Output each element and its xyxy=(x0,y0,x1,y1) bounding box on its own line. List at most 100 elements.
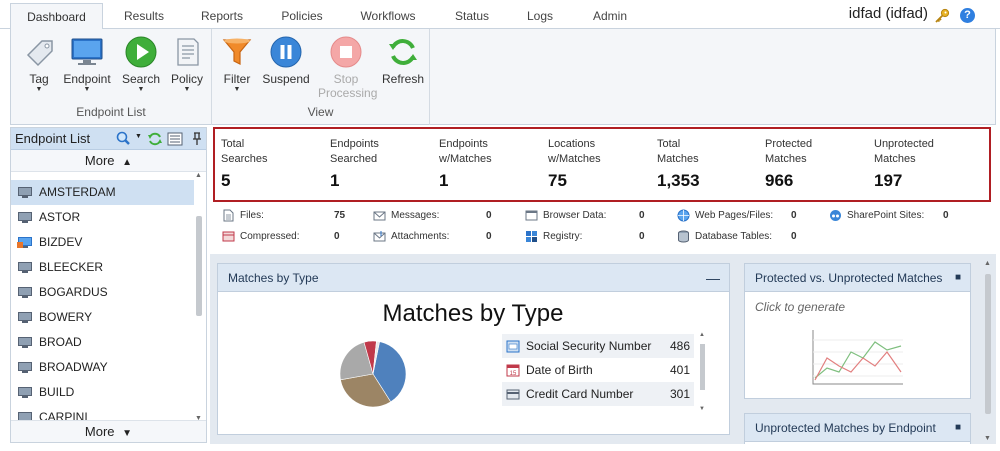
endpoint-item-build[interactable]: BUILD xyxy=(11,380,194,405)
stat-value: 1 xyxy=(439,171,449,190)
endpoint-name: BROAD xyxy=(39,335,82,349)
legend-label: Credit Card Number xyxy=(526,387,634,401)
sub-stat-value: 0 xyxy=(791,231,797,242)
dashboard-scrollbar[interactable]: ▲ ▼ xyxy=(982,254,994,444)
stat-protected-matches: Protected Matches 966 xyxy=(765,137,870,191)
matches-by-type-header: Matches by Type — xyxy=(218,264,729,292)
stat-label: Locations w/Matches xyxy=(548,138,601,165)
legend-row-ssn[interactable]: Social Security Number 486 xyxy=(502,334,694,358)
endpoint-name: BOWERY xyxy=(39,310,93,324)
sub-stat-registry: Registry: 0 xyxy=(525,229,650,245)
tab-policies[interactable]: Policies xyxy=(268,3,336,29)
stop-processing-button[interactable]: Stop Processing xyxy=(318,33,377,100)
stat-label: Endpoints Searched xyxy=(330,138,379,165)
chart-title: Matches by Type xyxy=(382,300,564,327)
legend-scrollbar[interactable]: ▲ ▼ xyxy=(699,332,707,412)
panel-title: Unprotected Matches by Endpoint xyxy=(755,421,936,435)
help-icon[interactable]: ? xyxy=(960,8,975,23)
more-label: More xyxy=(84,424,115,439)
scroll-down-icon[interactable]: ▼ xyxy=(699,406,705,412)
pin-icon[interactable] xyxy=(191,131,203,147)
tab-results[interactable]: Results xyxy=(110,3,178,29)
sub-stat-messages: Messages: 0 xyxy=(373,208,498,224)
scroll-up-icon[interactable]: ▲ xyxy=(699,332,705,338)
scroll-thumb[interactable] xyxy=(985,274,991,414)
endpoint-button[interactable]: Endpoint ▼ xyxy=(59,33,115,94)
scroll-up-icon[interactable]: ▲ xyxy=(195,172,202,179)
tag-label: Tag xyxy=(29,72,49,86)
legend-row-dob[interactable]: 15 Date of Birth 401 xyxy=(502,358,694,382)
endpoint-item-amsterdam[interactable]: AMSTERDAM xyxy=(11,180,194,205)
refresh-button[interactable]: Refresh xyxy=(375,33,431,86)
tab-dashboard[interactable]: Dashboard xyxy=(10,3,103,30)
sub-stat-label: Messages: xyxy=(391,210,440,221)
sub-stat-label: Registry: xyxy=(543,231,583,242)
sub-stat-sharepoint-sites: SharePoint Sites: 0 xyxy=(829,208,954,224)
panel-title: Protected vs. Unprotected Matches xyxy=(755,271,943,285)
maximize-icon[interactable]: ■ xyxy=(955,264,961,292)
sub-stat-attachments: Attachments: 0 xyxy=(373,229,498,245)
tab-admin[interactable]: Admin xyxy=(580,3,640,29)
endpoint-item-broad[interactable]: BROAD xyxy=(11,330,194,355)
scroll-down-icon[interactable]: ▼ xyxy=(984,435,991,442)
protected-vs-unprotected-panel[interactable]: Protected vs. Unprotected Matches ■ Clic… xyxy=(744,263,971,399)
more-down-button[interactable]: More ▼ xyxy=(11,420,206,442)
computer-icon xyxy=(18,262,32,274)
scroll-thumb[interactable] xyxy=(700,344,705,390)
tab-status[interactable]: Status xyxy=(440,3,504,29)
suspend-label: Suspend xyxy=(262,72,310,86)
endpoint-item-bogardus[interactable]: BOGARDUS xyxy=(11,280,194,305)
sub-stat-value: 0 xyxy=(791,210,797,221)
chart-legend: Social Security Number 486 15 Date of Bir… xyxy=(502,334,694,406)
computer-icon xyxy=(18,187,32,199)
endpoint-name: BLEECKER xyxy=(39,260,104,274)
calendar-icon: 15 xyxy=(506,364,520,377)
suspend-button[interactable]: Suspend xyxy=(258,33,314,86)
chevron-down-icon: ▼ xyxy=(183,86,191,93)
minimize-icon[interactable]: — xyxy=(706,264,720,292)
stat-label: Protected Matches xyxy=(765,138,813,165)
list-view-icon[interactable] xyxy=(167,131,183,147)
endpoint-item-carpini[interactable]: CARPINI xyxy=(11,405,194,420)
ribbon-group-label: Endpoint List xyxy=(76,105,146,119)
legend-value: 401 xyxy=(669,363,690,377)
stat-value: 1,353 xyxy=(657,171,700,190)
endpoint-item-bizdev[interactable]: BIZDEV xyxy=(11,230,194,255)
file-icon xyxy=(223,209,234,222)
policy-button[interactable]: Policy ▼ xyxy=(159,33,215,94)
endpoint-item-bowery[interactable]: BOWERY xyxy=(11,305,194,330)
stat-label: Total Matches xyxy=(657,138,699,165)
sub-stat-value: 0 xyxy=(334,231,340,242)
funnel-icon xyxy=(222,38,252,65)
endpoint-list-scrollbar[interactable]: ▲ ▼ xyxy=(194,172,204,422)
endpoint-item-broadway[interactable]: BROADWAY xyxy=(11,355,194,380)
scroll-thumb[interactable] xyxy=(196,216,202,316)
search-icon[interactable] xyxy=(115,131,133,147)
click-to-generate-hint[interactable]: Click to generate xyxy=(755,300,845,314)
ribbon-toolbar: Tag ▼ Endpoint ▼ Search ▼ Policy ▼ Endpo… xyxy=(10,29,996,125)
key-icon[interactable] xyxy=(934,8,950,24)
ribbon-group-label: View xyxy=(307,105,334,119)
monitor-icon xyxy=(71,38,103,65)
tab-workflows[interactable]: Workflows xyxy=(352,3,424,29)
scroll-up-icon[interactable]: ▲ xyxy=(984,260,991,267)
legend-row-ccn[interactable]: Credit Card Number 301 xyxy=(502,382,694,406)
endpoint-item-astor[interactable]: ASTOR xyxy=(11,205,194,230)
matches-by-type-panel: Matches by Type — Matches by Type Social… xyxy=(217,263,730,435)
ribbon-group-view: Filter ▼ Suspend Stop Processing Refresh… xyxy=(212,29,430,125)
legend-label: Date of Birth xyxy=(526,363,593,377)
svg-text:15: 15 xyxy=(510,371,517,377)
maximize-icon[interactable]: ■ xyxy=(955,414,961,442)
endpoint-item-bleecker[interactable]: BLEECKER xyxy=(11,255,194,280)
search-label: Search xyxy=(121,72,161,86)
chevron-down-icon[interactable]: ▼ xyxy=(135,133,142,140)
computer-icon xyxy=(18,212,32,224)
filter-button[interactable]: Filter ▼ xyxy=(209,33,265,94)
more-up-button[interactable]: More ▲ xyxy=(11,150,206,172)
tab-reports[interactable]: Reports xyxy=(188,3,256,29)
tab-logs[interactable]: Logs xyxy=(514,3,566,29)
sub-stat-value: 0 xyxy=(943,210,949,221)
summary-stats: Total Searches 5 Endpoints Searched 1 En… xyxy=(213,127,991,202)
stat-locations-with-matches: Locations w/Matches 75 xyxy=(548,137,653,191)
refresh-icon[interactable] xyxy=(147,131,163,147)
